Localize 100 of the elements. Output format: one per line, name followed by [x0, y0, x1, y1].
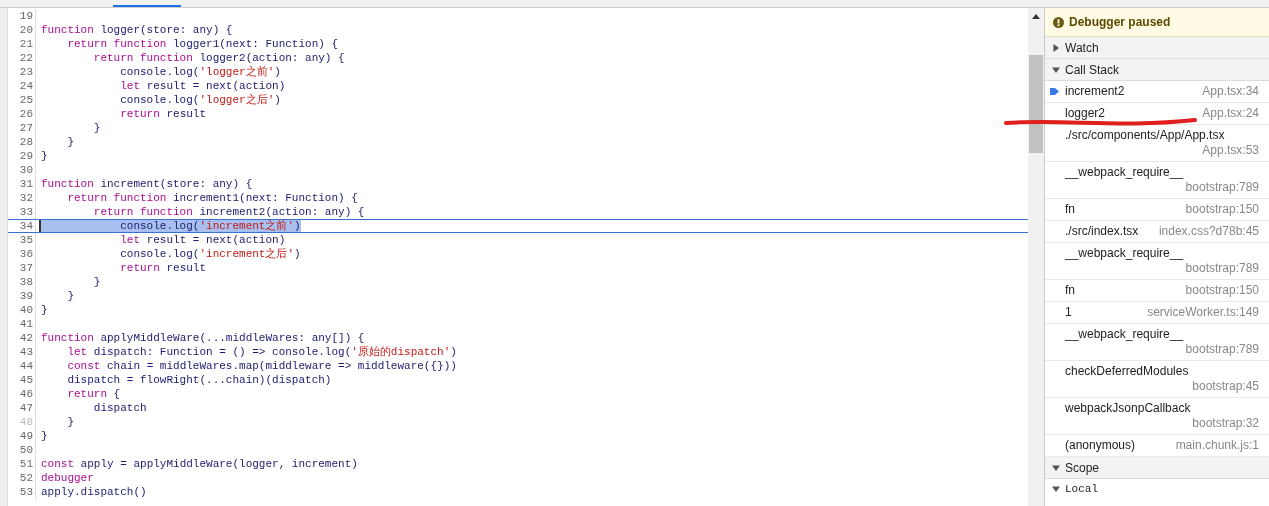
code-line: console.log('logger之前') — [119, 66, 281, 78]
line-number[interactable]: 50 — [8, 443, 35, 457]
scroll-up-icon[interactable] — [1032, 14, 1040, 19]
code-line: return function logger1(next: Function) { — [66, 38, 339, 50]
line-number[interactable]: 27 — [8, 121, 35, 135]
line-number[interactable]: 38 — [8, 275, 35, 289]
code-line: } — [66, 416, 74, 428]
frame-name: logger2 — [1065, 106, 1106, 121]
info-icon — [1053, 16, 1064, 28]
frame-name: (anonymous) — [1065, 438, 1136, 453]
section-header[interactable]: Call Stack — [1045, 59, 1269, 81]
code-line: let result = next(action) — [119, 80, 286, 92]
section-header[interactable]: Watch — [1045, 37, 1269, 59]
line-number[interactable]: 40 — [8, 303, 35, 317]
code-line: function applyMiddleWare(...middleWares: any[]) { — [40, 332, 365, 344]
line-number[interactable]: 36 — [8, 247, 35, 261]
scope-group[interactable]: Local — [1045, 479, 1269, 499]
code-line: } — [92, 276, 101, 288]
line-number[interactable]: 43 — [8, 345, 35, 359]
frame-location: serviceWorker.ts:149 — [1147, 305, 1259, 320]
frame-location: App.tsx:24 — [1202, 106, 1259, 121]
code-line: console.log('logger之后') — [119, 94, 281, 106]
line-number[interactable]: 53 — [8, 485, 35, 499]
code-line: const chain = middleWares.map(middleware => middleware({})) — [66, 360, 457, 372]
frame-location: bootstrap:789 — [1185, 180, 1259, 195]
scrollbar[interactable] — [1028, 8, 1044, 506]
frame-name: increment2 — [1065, 84, 1125, 99]
code-line: apply.dispatch() — [40, 486, 147, 498]
code-line: return function logger2(action: any) { — [92, 52, 345, 64]
section-header[interactable]: Scope — [1045, 457, 1269, 479]
line-number[interactable]: 20 — [8, 23, 35, 37]
line-number[interactable]: 32 — [8, 191, 35, 205]
line-number[interactable]: 45 — [8, 373, 35, 387]
line-number[interactable]: 34 — [8, 219, 35, 233]
line-number[interactable]: 28 — [8, 135, 35, 149]
frame-location: index.css?d78b:45 — [1158, 224, 1259, 239]
line-number[interactable]: 39 — [8, 289, 35, 303]
line-number[interactable]: 47 — [8, 401, 35, 415]
frame-location: App.tsx:34 — [1202, 84, 1259, 99]
code-line: let result = next(action) — [119, 234, 286, 246]
code-line: } — [66, 290, 74, 302]
line-number[interactable]: 37 — [8, 261, 35, 275]
line-number[interactable]: 49 — [8, 429, 35, 443]
line-number[interactable]: 23 — [8, 65, 35, 79]
frame-name: checkDeferredModules — [1065, 364, 1189, 379]
frame-name: fn — [1065, 283, 1075, 298]
line-number[interactable]: 26 — [8, 107, 35, 121]
frame-name: webpackJsonpCallback — [1065, 401, 1191, 416]
frame-location: bootstrap:150 — [1185, 202, 1259, 217]
frame-location: App.tsx:53 — [1202, 143, 1259, 158]
code-line: console.log('increment之后') — [119, 248, 301, 260]
code-line: } — [40, 304, 48, 316]
line-number[interactable]: 25 — [8, 93, 35, 107]
code-line: let dispatch: Function = () => console.log('原始的dispatch') — [66, 346, 457, 358]
frame-location: bootstrap:789 — [1185, 342, 1259, 357]
banner-text: Debugger paused — [1069, 14, 1171, 31]
frame-name: ./src/components/App/App.tsx — [1065, 128, 1225, 143]
code-line: } — [92, 122, 101, 134]
line-number[interactable]: 33 — [8, 205, 35, 219]
frame-name: __webpack_require__ — [1065, 246, 1184, 261]
scrollbar-thumb[interactable] — [1029, 55, 1043, 153]
code-line: return { — [66, 388, 121, 400]
frame-name: __webpack_require__ — [1065, 327, 1184, 342]
code-line: function logger(store: any) { — [40, 24, 233, 36]
code-line: return result — [119, 262, 207, 274]
line-number[interactable]: 41 — [8, 317, 35, 331]
line-number[interactable]: 35 — [8, 233, 35, 247]
code-line: function increment(store: any) { — [40, 178, 253, 190]
frame-location: bootstrap:789 — [1185, 261, 1259, 276]
frame-name: 1 — [1065, 305, 1072, 320]
line-number[interactable]: 44 — [8, 359, 35, 373]
line-number[interactable]: 51 — [8, 457, 35, 471]
frame-name: fn — [1065, 202, 1075, 217]
line-number[interactable]: 31 — [8, 177, 35, 191]
code-line: const apply = applyMiddleWare(logger, increment) — [40, 458, 358, 470]
frame-location: bootstrap:150 — [1185, 283, 1259, 298]
code-line: dispatch = flowRight(...chain)(dispatch) — [66, 374, 332, 386]
code-line: } — [40, 150, 48, 162]
line-number[interactable]: 42 — [8, 331, 35, 345]
frame-location: main.chunk.js:1 — [1175, 438, 1259, 453]
code-line: debugger — [40, 472, 94, 484]
line-number[interactable]: 22 — [8, 51, 35, 65]
frame-location: bootstrap:32 — [1192, 416, 1259, 431]
line-number[interactable]: 24 — [8, 79, 35, 93]
line-number[interactable]: 19 — [8, 9, 35, 23]
code-line: return function increment1(next: Function) { — [66, 192, 358, 204]
line-number[interactable]: 29 — [8, 149, 35, 163]
frame-name: ./src/index.tsx — [1065, 224, 1139, 239]
line-number[interactable]: 52 — [8, 471, 35, 485]
frame-name: __webpack_require__ — [1065, 165, 1184, 180]
code-line: return function increment2(action: any) { — [92, 206, 365, 218]
code-line: } — [40, 430, 48, 442]
line-number[interactable]: 46 — [8, 387, 35, 401]
active-tab-indicator — [113, 5, 181, 7]
frame-location: bootstrap:45 — [1192, 379, 1259, 394]
line-number[interactable]: 21 — [8, 37, 35, 51]
code-line: } — [66, 136, 74, 148]
code-line: dispatch — [92, 402, 147, 414]
line-number[interactable]: 30 — [8, 163, 35, 177]
code-line: return result — [119, 108, 207, 120]
